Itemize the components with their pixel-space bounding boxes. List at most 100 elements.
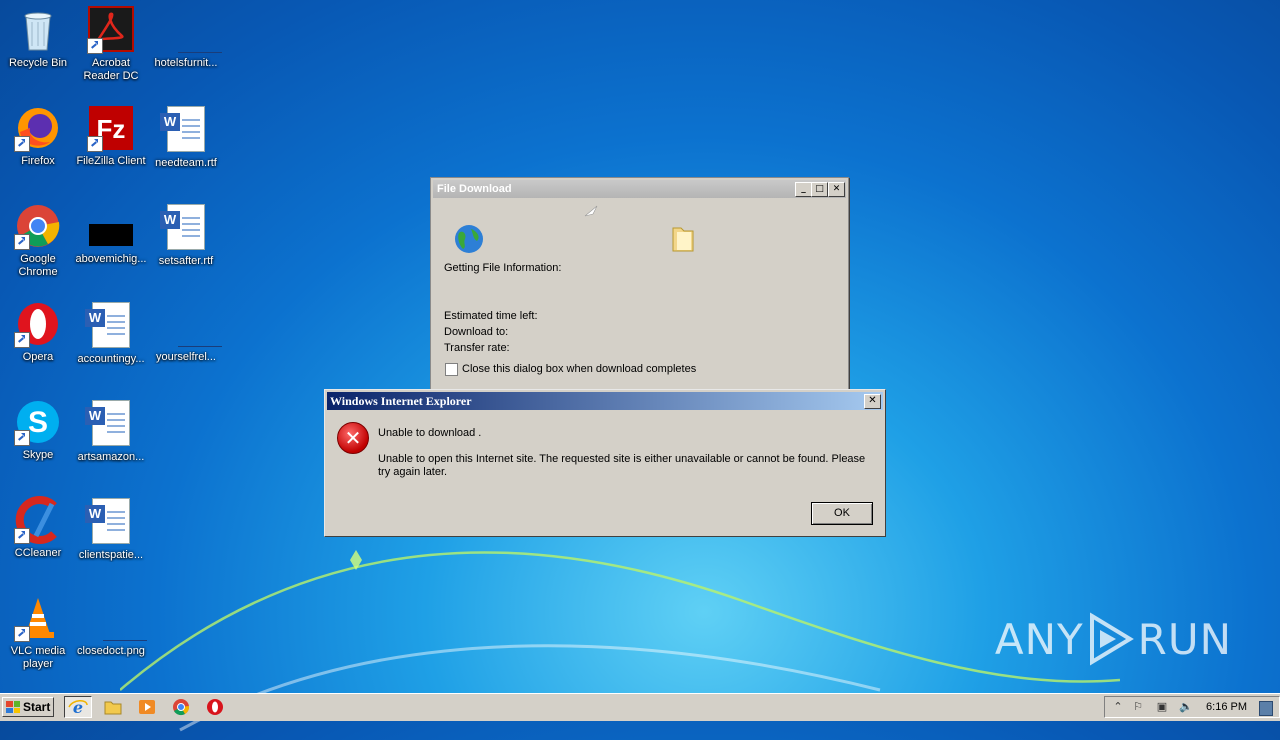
volume-icon[interactable]: 🔈 [1179,701,1193,714]
show-hidden-icons-icon[interactable]: ⌃ [1111,701,1125,714]
desktop-icon-label: FileZilla Client [76,155,146,167]
filezilla-icon: Fz [87,104,135,152]
desktop-icon-label: yourselfrel... [156,351,216,363]
maximize-button[interactable]: □ [811,182,828,197]
close-button[interactable]: ✕ [864,394,881,409]
paper-flying-icon [584,205,598,217]
taskbar-chrome-button[interactable] [172,698,192,716]
taskbar: Start e ⌃ ⚐ ▣ 🔈 6:16 PM [0,693,1280,721]
watermark-text-left: ANY [994,614,1084,664]
desktop-icon-vlc[interactable]: VLC media player [0,594,76,671]
firefox-icon [14,104,62,152]
desktop-icon-hotelsfurnit[interactable]: hotelsfurnit... [148,6,224,70]
show-desktop-icon[interactable] [1259,701,1273,716]
system-tray: ⌃ ⚐ ▣ 🔈 6:16 PM [1104,696,1280,718]
svg-text:S: S [28,406,48,439]
desktop-icon-label: CCleaner [14,547,62,559]
anyrun-watermark: ANY RUN [995,612,1232,666]
desktop-icon-acrobat[interactable]: Acrobat Reader DC [73,6,149,83]
ie-error-titlebar[interactable]: Windows Internet Explorer ✕ [327,392,883,410]
desktop-icon-firefox[interactable]: Firefox [0,104,76,168]
taskbar-explorer-button[interactable] [104,698,124,716]
word-document-icon: W [85,302,135,350]
taskbar-opera-button[interactable] [206,698,226,716]
desktop-icon-ccleaner[interactable]: CCleaner [0,496,76,560]
ie-error-dialog[interactable]: Windows Internet Explorer ✕ ✕ Unable to … [324,389,886,537]
desktop-icon-setsafter[interactable]: W setsafter.rtf [148,202,224,268]
taskbar-ie-button[interactable]: e [64,696,92,718]
download-to-label: Download to: [444,326,509,338]
chrome-icon [14,202,62,250]
folder-icon [672,227,694,252]
start-label: Start [23,700,51,714]
desktop-icon-label: Google Chrome [18,253,58,278]
desktop-icon-label: setsafter.rtf [158,255,214,267]
file-thumbnail-icon [162,6,222,54]
shortcut-arrow-icon [14,332,30,348]
desktop-icon-label: needteam.rtf [155,157,217,169]
ccleaner-icon [14,496,62,544]
desktop-icon-label: Firefox [21,155,55,167]
file-thumbnail-icon [87,202,135,250]
desktop-icon-abovemichig[interactable]: abovemichig... [73,202,149,266]
desktop-icon-label: Skype [22,449,54,461]
taskbar-media-button[interactable] [138,698,158,716]
watermark-text-right: RUN [1137,614,1232,664]
internet-explorer-icon: e [68,698,88,717]
shortcut-arrow-icon [87,136,103,152]
globe-icon [455,225,483,253]
desktop-icon-filezilla[interactable]: Fz FileZilla Client [73,104,149,168]
start-button[interactable]: Start [2,697,54,717]
skype-icon: S [14,398,62,446]
desktop-icon-skype[interactable]: S Skype [0,398,76,462]
desktop-icon-clientspatie[interactable]: W clientspatie... [73,496,149,562]
clock[interactable]: 6:16 PM [1206,701,1247,713]
shortcut-arrow-icon [87,38,103,54]
word-document-icon: W [160,204,210,252]
desktop-icon-label: Acrobat Reader DC [83,57,139,82]
estimated-time-label: Estimated time left: [444,310,538,322]
error-message-title: Unable to download . [378,427,482,439]
desktop-icon-label: clientspatie... [78,549,144,561]
shortcut-arrow-icon [14,528,30,544]
file-download-titlebar[interactable]: File Download _ □ ✕ [433,180,846,198]
desktop-icon-label: closedoct.png [77,645,145,657]
opera-icon [207,699,223,715]
desktop-icon-label: hotelsfurnit... [154,57,218,69]
desktop-icon-label: Opera [22,351,54,363]
close-when-complete-label[interactable]: Close this dialog box when download comp… [462,363,696,375]
action-center-flag-icon[interactable]: ⚐ [1131,701,1145,714]
desktop-icon-needteam[interactable]: W needteam.rtf [148,104,224,170]
desktop-icon-label: accountingy... [77,353,145,365]
file-download-dialog[interactable]: File Download _ □ ✕ Getting File Informa… [430,177,849,394]
ok-button[interactable]: OK [811,502,873,525]
desktop-icon-artsamazon[interactable]: W artsamazon... [73,398,149,464]
ie-error-title: Windows Internet Explorer [330,394,472,408]
word-document-icon: W [160,106,210,154]
shortcut-arrow-icon [14,430,30,446]
shortcut-arrow-icon [14,626,30,642]
desktop-icon-chrome[interactable]: Google Chrome [0,202,76,279]
error-icon: ✕ [337,422,369,454]
desktop-icon-accountingy[interactable]: W accountingy... [73,300,149,366]
desktop-icon-recycle-bin[interactable]: Recycle Bin [0,6,76,70]
desktop-icon-opera[interactable]: Opera [0,300,76,364]
desktop-icon-closedoct[interactable]: closedoct.png [73,594,149,658]
shortcut-arrow-icon [14,136,30,152]
minimize-button[interactable]: _ [795,182,812,197]
close-when-complete-checkbox[interactable] [445,363,458,376]
desktop-icon-yourselfrel[interactable]: yourselfrel... [148,300,224,364]
windows-flag-icon [6,701,20,713]
chrome-icon [173,699,190,716]
network-icon[interactable]: ▣ [1155,701,1169,714]
file-thumbnail-icon [87,594,147,642]
desktop-icon-label: Recycle Bin [8,57,68,69]
close-button[interactable]: ✕ [828,182,845,197]
acrobat-icon [87,6,135,54]
desktop-icon-label: artsamazon... [77,451,145,463]
error-message-body: Unable to open this Internet site. The r… [378,453,866,478]
file-download-title: File Download [437,183,512,195]
desktop-icon-label: VLC media player [10,645,66,670]
word-document-icon: W [85,498,135,546]
play-logo-icon [1089,612,1134,666]
